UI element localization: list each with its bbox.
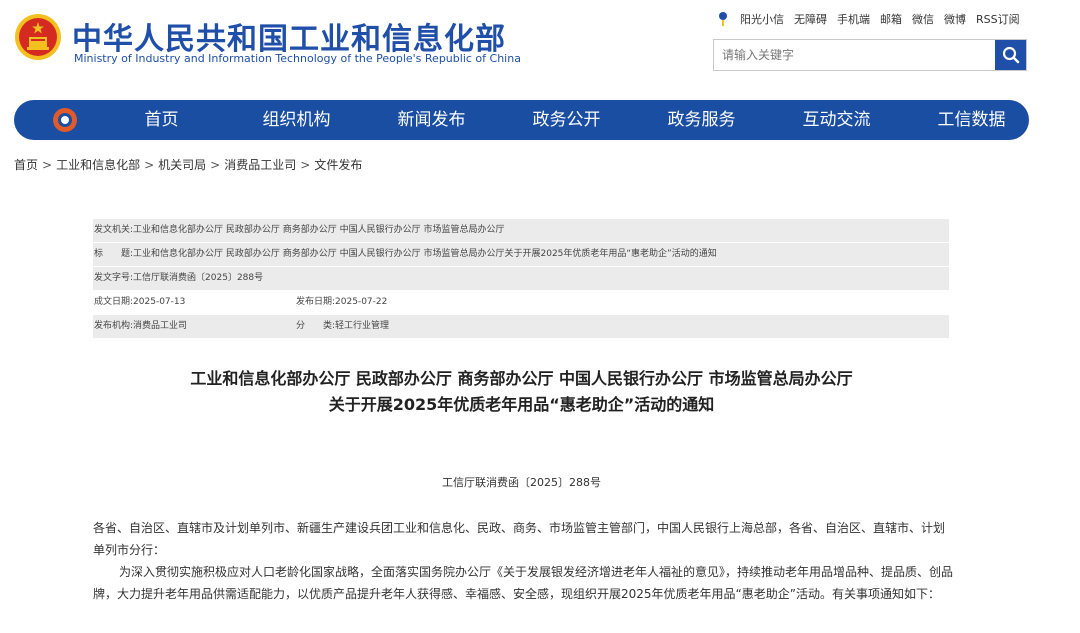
breadcrumb-departments[interactable]: 机关司局 [158, 158, 206, 172]
top-link-mobile[interactable]: 手机端 [837, 11, 870, 27]
search-button[interactable] [995, 40, 1026, 70]
meta-title: 标 题:工业和信息化部办公厅 民政部办公厅 商务部办公厅 中国人民银行办公厅 市… [93, 243, 949, 267]
top-link-weibo[interactable]: 微博 [944, 11, 966, 27]
nav-item-organization[interactable]: 组织机构 [229, 100, 364, 140]
article-paragraph: 为深入贯彻实施积极应对人口老龄化国家战略，全面落实国务院办公厅《关于发展银发经济… [93, 565, 954, 601]
nav-item-news[interactable]: 新闻发布 [364, 100, 499, 140]
breadcrumb-consumer-goods[interactable]: 消费品工业司 [224, 158, 296, 172]
meta-org-category: 发布机构:消费品工业司 分 类:轻工行业管理 [93, 315, 949, 339]
breadcrumb: 首页 > 工业和信息化部 > 机关司局 > 消费品工业司 > 文件发布 [14, 158, 363, 172]
top-link-mail[interactable]: 邮箱 [880, 11, 902, 27]
sunshine-mascot-icon [719, 12, 727, 26]
top-link-sunshine[interactable]: 阳光小信 [740, 11, 784, 27]
article-body: 各省、自治区、直辖市及计划单列市、新疆生产建设兵团工业和信息化、民政、商务、市场… [93, 517, 953, 605]
search-icon [1002, 46, 1019, 64]
breadcrumb-home[interactable]: 首页 [14, 158, 38, 172]
article-recipients: 各省、自治区、直辖市及计划单列市、新疆生产建设兵团工业和信息化、民政、商务、市场… [93, 521, 946, 557]
meta-issuer: 发文机关:工业和信息化部办公厅 民政部办公厅 商务部办公厅 中国人民银行办公厅 … [93, 219, 949, 243]
nav-item-home[interactable]: 首页 [94, 100, 229, 140]
top-links: 阳光小信 无障碍 手机端 邮箱 微信 微博 RSS订阅 [716, 11, 1020, 27]
nav-item-data[interactable]: 工信数据 [904, 100, 1039, 140]
document-metadata: 发文机关:工业和信息化部办公厅 民政部办公厅 商务部办公厅 中国人民银行办公厅 … [93, 219, 949, 339]
breadcrumb-file-release[interactable]: 文件发布 [314, 158, 362, 172]
search-input[interactable] [714, 40, 995, 70]
nav-item-interaction[interactable]: 互动交流 [769, 100, 904, 140]
top-link-accessibility[interactable]: 无障碍 [794, 11, 827, 27]
nav-item-gov-affairs[interactable]: 政务公开 [499, 100, 634, 140]
miit-logo-icon [53, 108, 77, 132]
site-subtitle: Ministry of Industry and Information Tec… [74, 52, 521, 65]
breadcrumb-ministry[interactable]: 工业和信息化部 [56, 158, 140, 172]
article-doc-number: 工信厅联消费函〔2025〕288号 [442, 476, 601, 489]
main-nav: 首页 组织机构 新闻发布 政务公开 政务服务 互动交流 工信数据 [14, 100, 1029, 140]
top-link-wechat[interactable]: 微信 [912, 11, 934, 27]
national-emblem-icon [15, 14, 61, 60]
meta-dates: 成文日期:2025-07-13 发布日期:2025-07-22 [93, 291, 949, 315]
meta-doc-number: 发文字号:工信厅联消费函〔2025〕288号 [93, 267, 949, 291]
search-box [713, 39, 1027, 71]
top-link-rss[interactable]: RSS订阅 [976, 11, 1020, 27]
article-title: 工业和信息化部办公厅 民政部办公厅 商务部办公厅 中国人民银行办公厅 市场监管总… [190, 369, 853, 414]
nav-item-gov-services[interactable]: 政务服务 [634, 100, 769, 140]
